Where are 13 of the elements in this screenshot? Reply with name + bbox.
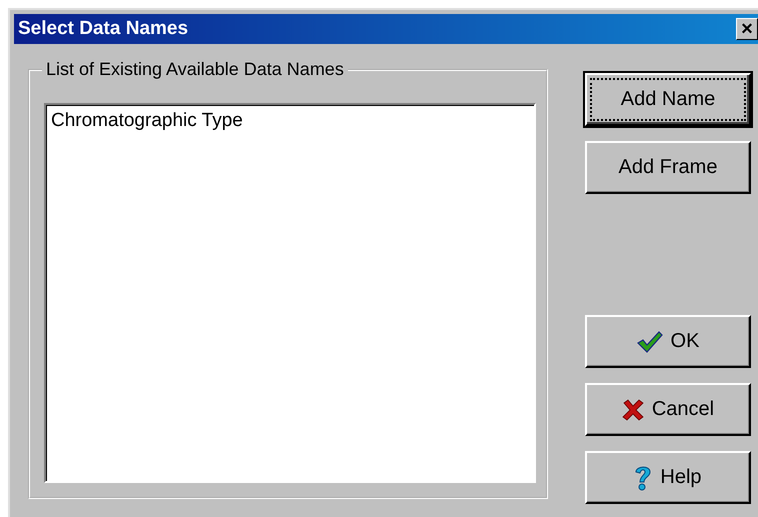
list-item[interactable]: Chromatographic Type: [49, 109, 531, 133]
question-icon: [634, 464, 652, 490]
cross-icon: [622, 398, 644, 420]
cancel-button[interactable]: Cancel: [585, 383, 751, 436]
dialog-button[interactable]: Add Name: [585, 73, 751, 126]
check-icon: [636, 330, 663, 352]
list-box[interactable]: Chromatographic Type: [44, 103, 536, 483]
window-title: Select Data Names: [17, 18, 188, 40]
help-button[interactable]: Help: [585, 451, 751, 504]
dialog-button[interactable]: Add Frame: [585, 141, 751, 194]
ok-button[interactable]: OK: [585, 315, 751, 368]
group-label: List of Existing Available Data Names: [42, 59, 348, 80]
close-button[interactable]: ×: [736, 18, 758, 40]
